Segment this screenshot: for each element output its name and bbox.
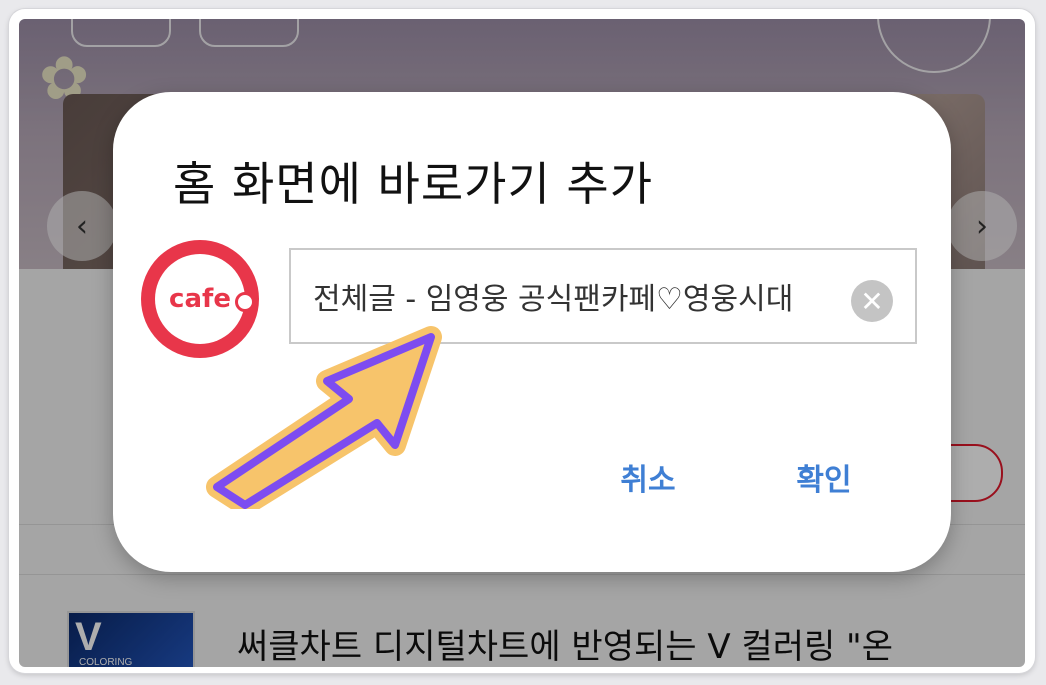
- pointer-arrow-icon: [206, 326, 442, 509]
- screen: ✿ ‹ › 기 V COLORING 써클차트 디지털차트에 반영되는 V 컬러…: [19, 19, 1025, 667]
- clear-text-button[interactable]: ✕: [851, 280, 893, 322]
- device-frame: ✿ ‹ › 기 V COLORING 써클차트 디지털차트에 반영되는 V 컬러…: [9, 9, 1035, 673]
- confirm-button[interactable]: 확인: [769, 452, 879, 502]
- confirm-button-label: 확인: [796, 463, 852, 498]
- cafe-icon-notch: [235, 292, 255, 312]
- cancel-button[interactable]: 취소: [593, 452, 703, 502]
- shortcut-name-input[interactable]: [313, 274, 853, 318]
- dialog-title: 홈 화면에 바로가기 추가: [173, 157, 654, 211]
- cancel-button-label: 취소: [620, 463, 676, 498]
- clear-icon: ✕: [860, 284, 884, 318]
- cafe-icon-label: cafe: [169, 284, 231, 314]
